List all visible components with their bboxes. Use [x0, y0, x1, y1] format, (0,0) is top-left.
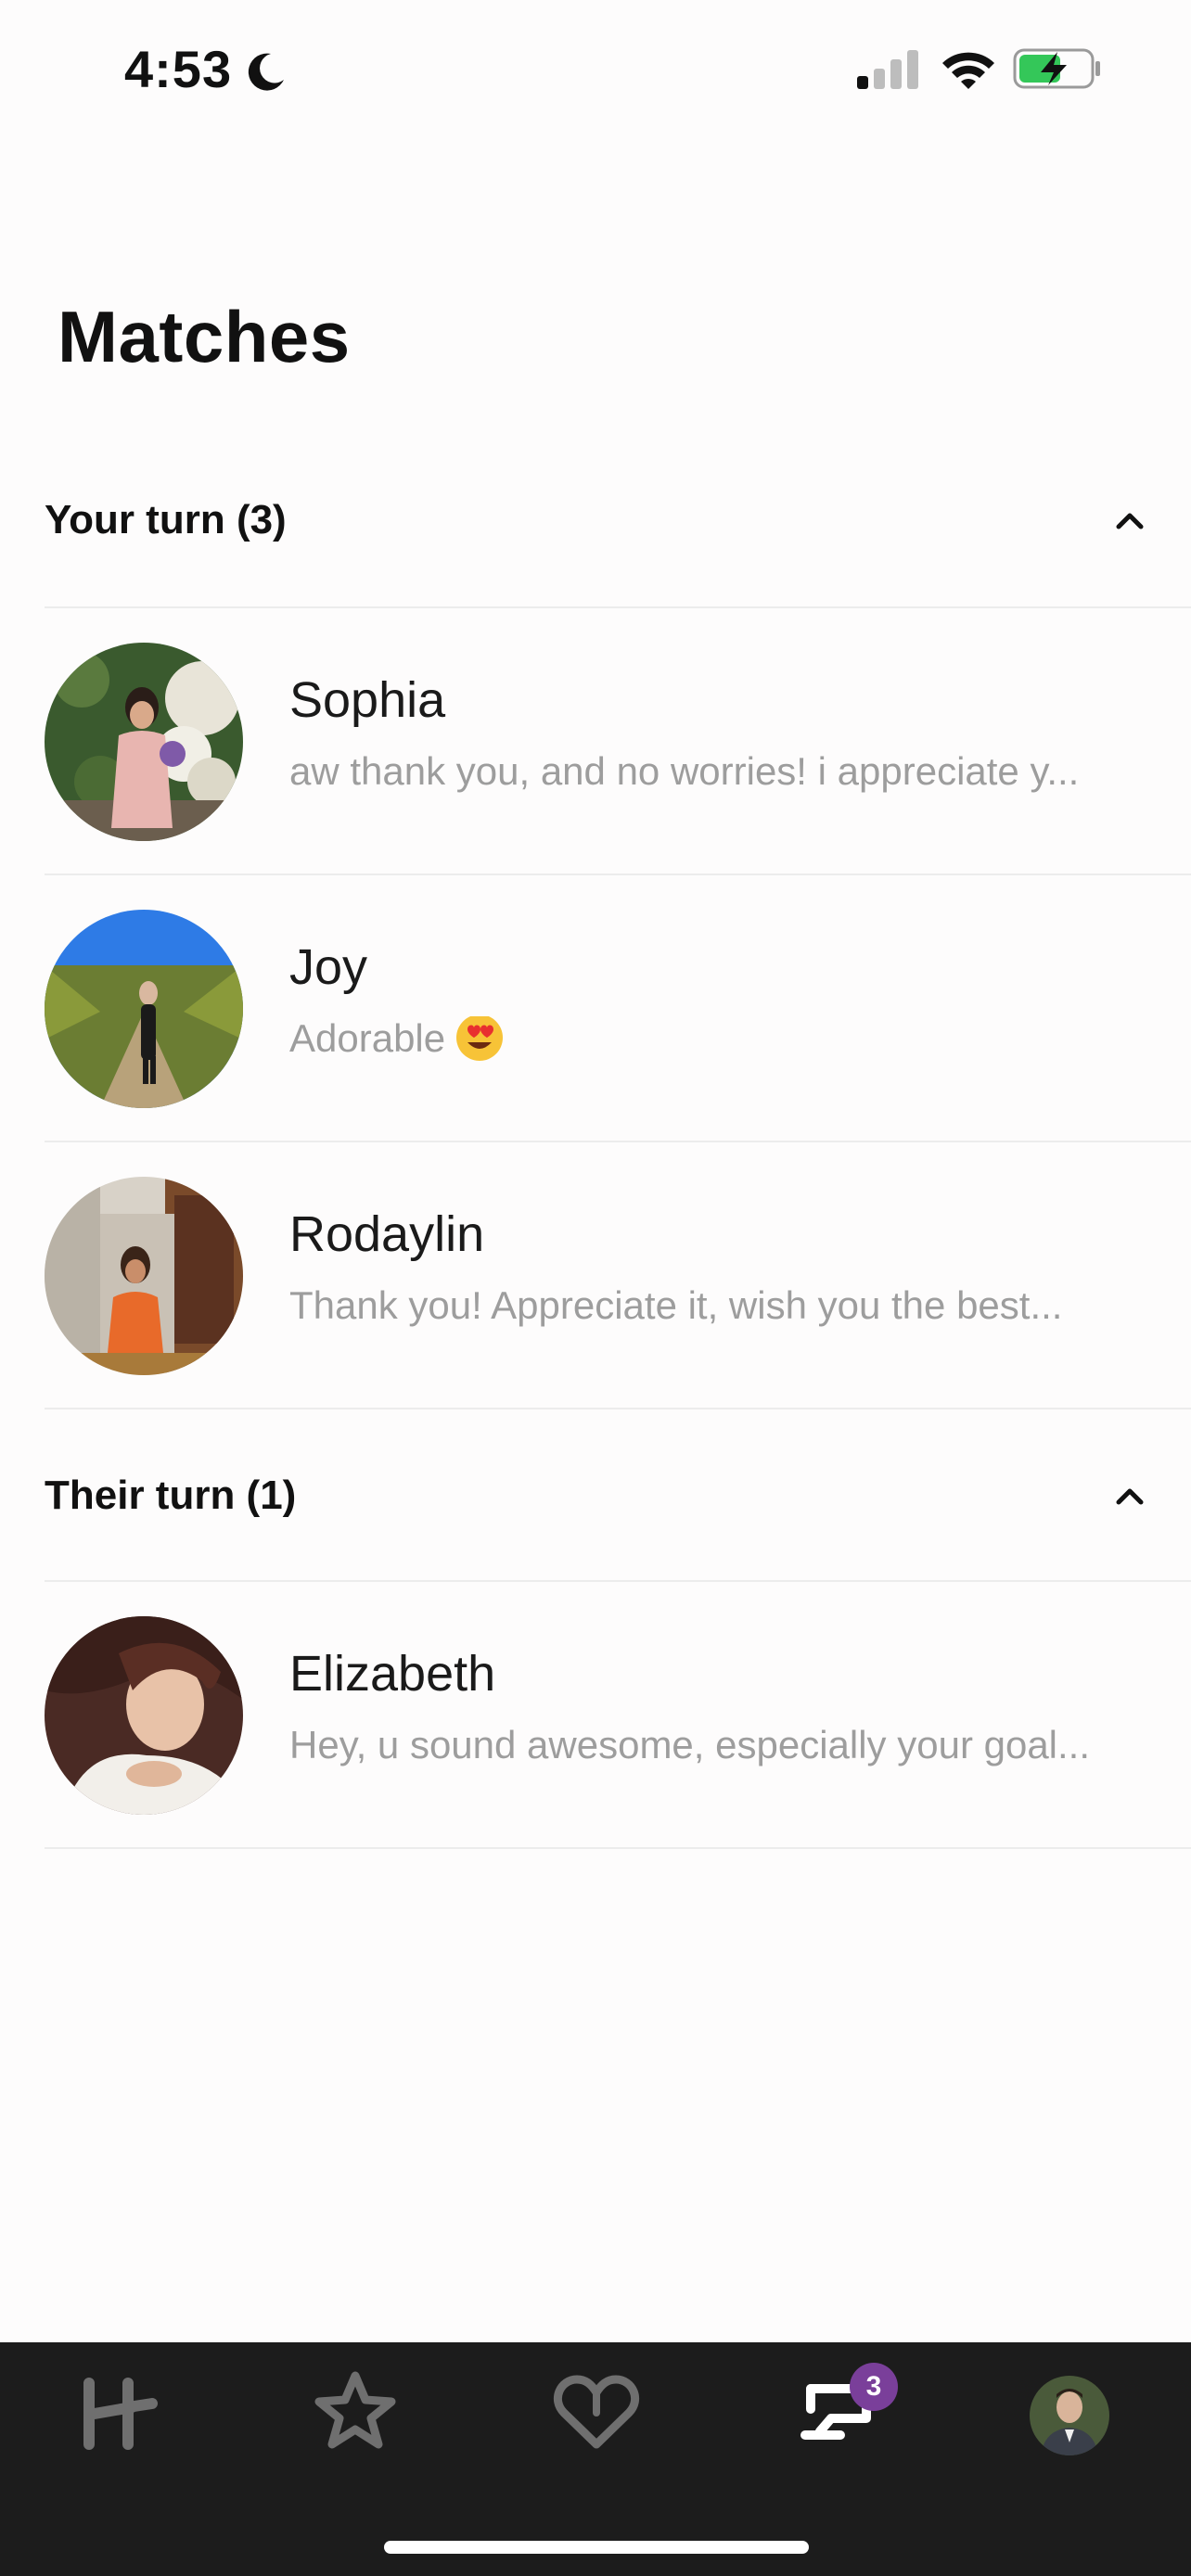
wifi-icon [942, 52, 994, 89]
match-name: Sophia [289, 672, 446, 728]
signal-icon [857, 50, 918, 89]
match-row-sophia[interactable]: Sophia aw thank you, and no worries! i a… [0, 608, 1191, 874]
heart-eyes-emoji [456, 1016, 504, 1061]
match-name: Joy [289, 939, 368, 995]
star-icon [314, 2371, 396, 2449]
profile-avatar[interactable] [1030, 2376, 1109, 2455]
status-time: 4:53 [124, 40, 233, 98]
section-header-their-turn[interactable]: Their turn (1) [45, 1447, 1191, 1545]
moon-icon [248, 53, 284, 91]
divider [45, 1847, 1191, 1849]
avatar [45, 910, 243, 1108]
match-preview: Adorable [289, 1016, 1143, 1063]
chevron-up-icon[interactable] [1113, 1480, 1146, 1513]
avatar [45, 1616, 243, 1815]
battery-charging-icon [1013, 48, 1100, 89]
match-row-joy[interactable]: Joy Adorable [0, 875, 1191, 1141]
tab-standouts[interactable] [304, 2361, 406, 2463]
section-label-your-turn: Your turn (3) [45, 497, 287, 542]
match-preview: aw thank you, and no worries! i apprecia… [289, 749, 1080, 793]
match-name: Elizabeth [289, 1646, 496, 1702]
heart-icon [554, 2375, 639, 2449]
match-row-rodaylin[interactable]: Rodaylin Thank you! Appreciate it, wish … [0, 1142, 1191, 1408]
page-title: Matches [58, 296, 351, 377]
divider [45, 1408, 1191, 1409]
avatar [45, 643, 243, 841]
match-preview: Hey, u sound awesome, especially your go… [289, 1723, 1091, 1766]
tab-likes[interactable] [545, 2361, 647, 2463]
tab-home[interactable] [67, 2361, 169, 2463]
home-indicator [384, 2541, 809, 2554]
status-bar: 4:53 [0, 0, 1191, 139]
match-preview: Thank you! Appreciate it, wish you the b… [289, 1283, 1063, 1327]
match-name: Rodaylin [289, 1206, 485, 1262]
home-logo-icon [83, 2378, 158, 2450]
chat-badge: 3 [850, 2363, 898, 2411]
match-row-elizabeth[interactable]: Elizabeth Hey, u sound awesome, especial… [0, 1582, 1191, 1847]
section-label-their-turn: Their turn (1) [45, 1473, 297, 1518]
chevron-up-icon[interactable] [1113, 504, 1146, 538]
section-header-your-turn[interactable]: Your turn (3) [45, 471, 1191, 569]
match-preview-text: Adorable [289, 1016, 446, 1060]
avatar [45, 1177, 243, 1375]
